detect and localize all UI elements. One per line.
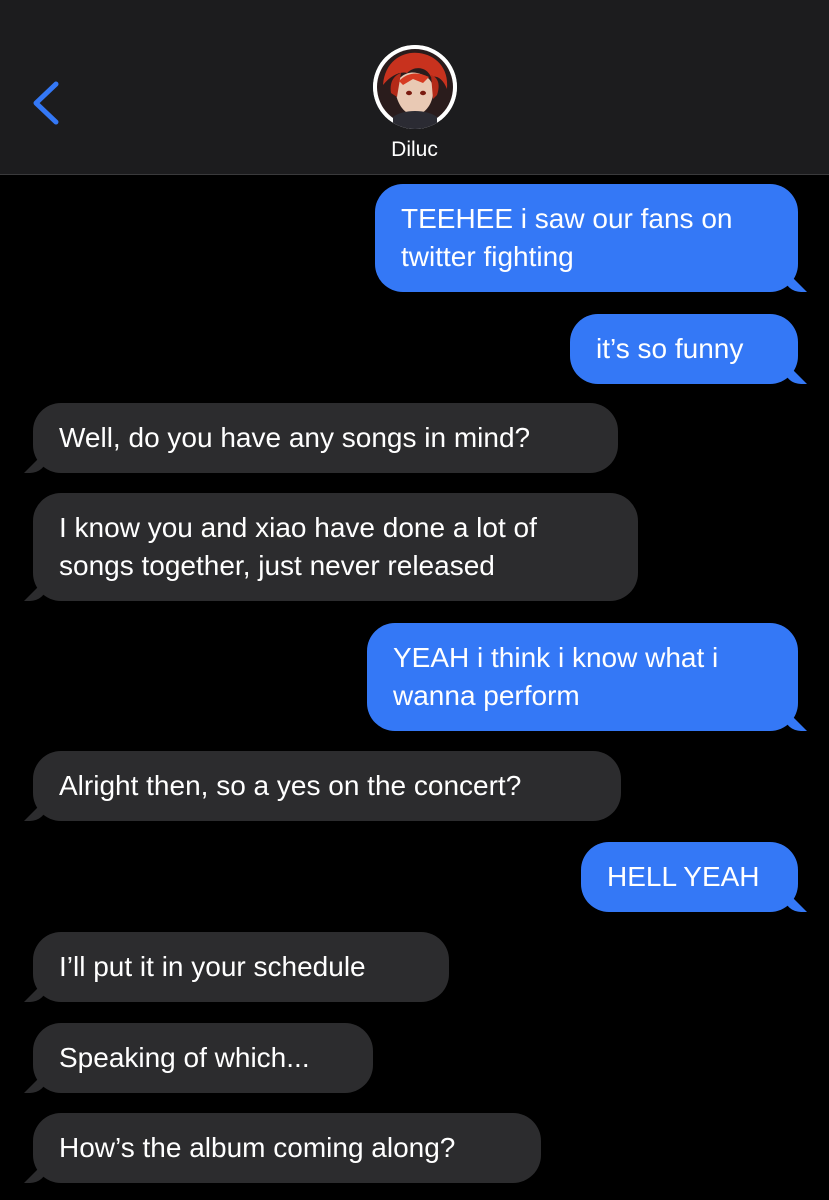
- message-text: How’s the album coming along?: [59, 1132, 456, 1163]
- message-bubble-sent[interactable]: HELL YEAH: [581, 842, 798, 912]
- message-bubble-received[interactable]: Alright then, so a yes on the concert?: [33, 751, 621, 821]
- message-text: Speaking of which...: [59, 1042, 310, 1073]
- message-text: TEEHEE i saw our fans on twitter fightin…: [401, 203, 733, 272]
- message-text: HELL YEAH: [607, 861, 760, 892]
- message-bubble-sent[interactable]: YEAH i think i know what i wanna perform: [367, 623, 798, 731]
- chevron-left-icon: [33, 81, 59, 125]
- contact-name[interactable]: Diluc: [0, 138, 829, 162]
- message-text: YEAH i think i know what i wanna perform: [393, 642, 719, 711]
- message-text: I’ll put it in your schedule: [59, 951, 366, 982]
- message-text: I know you and xiao have done a lot of s…: [59, 512, 537, 581]
- message-bubble-received[interactable]: How’s the album coming along?: [33, 1113, 541, 1183]
- message-text: it’s so funny: [596, 333, 744, 364]
- contact-avatar[interactable]: [373, 45, 457, 129]
- message-bubble-received[interactable]: Speaking of which...: [33, 1023, 373, 1093]
- avatar-image: [373, 45, 457, 129]
- message-bubble-received[interactable]: Well, do you have any songs in mind?: [33, 403, 618, 473]
- message-text: Alright then, so a yes on the concert?: [59, 770, 522, 801]
- message-text: Well, do you have any songs in mind?: [59, 422, 531, 453]
- message-bubble-received[interactable]: I know you and xiao have done a lot of s…: [33, 493, 638, 601]
- message-bubble-sent[interactable]: it’s so funny: [570, 314, 798, 384]
- conversation-header: Diluc: [0, 0, 829, 175]
- message-bubble-received[interactable]: I’ll put it in your schedule: [33, 932, 449, 1002]
- message-bubble-sent[interactable]: TEEHEE i saw our fans on twitter fightin…: [375, 184, 798, 292]
- back-button[interactable]: [26, 78, 66, 128]
